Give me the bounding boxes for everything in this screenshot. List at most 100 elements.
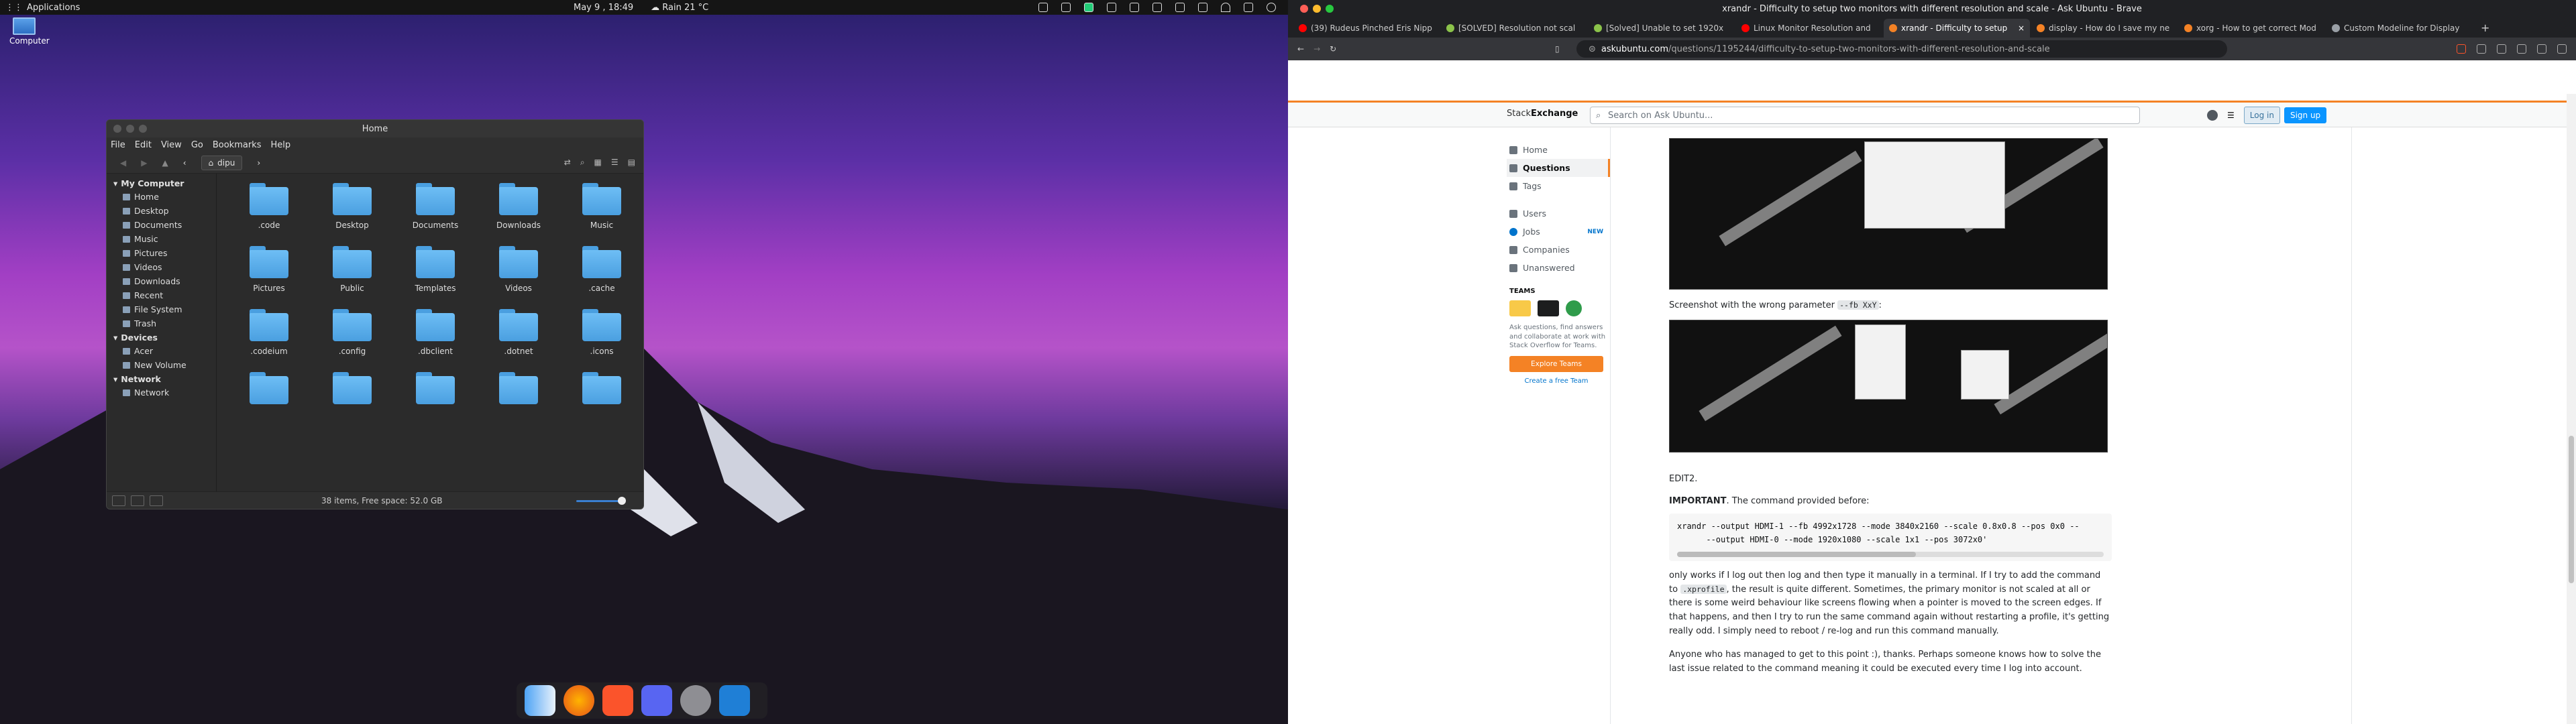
forward-icon[interactable]: → [1313,44,1320,54]
site-info-icon[interactable]: ⊜ [1589,44,1596,54]
create-free-team-link[interactable]: Create a free Team [1507,377,1606,385]
menu-help[interactable]: Help [270,140,290,150]
vscode-icon[interactable] [719,685,750,716]
firefox-icon[interactable] [564,685,594,716]
tray-app-icon[interactable] [1084,3,1093,12]
folder-item[interactable]: .cache [560,246,643,293]
sidebar-item-downloads[interactable]: Downloads [113,274,216,288]
tray-app-icon[interactable] [1061,3,1071,12]
tray-app-icon[interactable] [1038,3,1048,12]
places-toggle-button[interactable] [112,495,125,506]
bluetooth-icon[interactable] [1107,3,1116,12]
close-button[interactable] [1300,5,1308,13]
shield-icon[interactable] [1152,3,1162,12]
power-icon[interactable] [1267,3,1276,12]
folder-item[interactable]: Documents [394,183,477,230]
rewards-icon[interactable] [2477,44,2486,54]
browser-tab[interactable]: xorg - How to get correct Mod [2179,19,2325,38]
sidebar-item-desktop[interactable]: Desktop [113,204,216,218]
tree-toggle-button[interactable] [131,495,144,506]
back-arrow-icon[interactable]: ◀ [120,158,126,168]
display-icon[interactable] [1198,3,1208,12]
menu-icon[interactable] [2557,44,2567,54]
compact-view-button[interactable]: ▤ [628,158,635,168]
minimize-button[interactable] [1313,5,1321,13]
zoom-slider[interactable] [576,497,626,505]
sidebar-item-recent[interactable]: Recent [113,288,216,302]
toggle-location-icon[interactable]: ⇄ [564,158,571,168]
back-icon[interactable]: ← [1297,44,1304,54]
nav-jobs[interactable]: Jobs NEW [1507,223,1610,241]
folder-item[interactable]: .config [311,309,394,356]
menu-go[interactable]: Go [191,140,203,150]
screenshot-image-2[interactable] [1669,319,2108,452]
close-tab-icon[interactable]: × [2018,23,2025,33]
up-arrow-icon[interactable]: ▲ [162,158,168,168]
sidebar-item-network[interactable]: Network [113,385,216,400]
battery-icon[interactable] [1175,3,1185,12]
settings-icon[interactable] [680,685,711,716]
reload-icon[interactable]: ↻ [1330,44,1336,54]
sidebar-item-music[interactable]: Music [113,232,216,246]
search-icon[interactable]: ⌕ [580,158,585,168]
login-button[interactable]: Log in [2243,107,2280,124]
signup-button[interactable]: Sign up [2284,107,2327,123]
folder-item[interactable] [477,372,560,410]
nav-questions[interactable]: Questions [1507,159,1610,177]
path-right-icon[interactable]: › [257,158,260,168]
sidebar-item-pictures[interactable]: Pictures [113,246,216,260]
desktop-computer-shortcut[interactable]: Computer [9,17,50,46]
breadcrumb-home[interactable]: ⌂ dipu [201,155,243,170]
path-left-icon[interactable]: ‹ [183,158,186,168]
browser-tab[interactable]: [SOLVED] Resolution not scal [1441,19,1587,38]
folder-item[interactable]: Music [560,183,643,230]
folder-item[interactable]: Public [311,246,394,293]
nav-users[interactable]: Users [1507,204,1610,223]
address-bar[interactable]: ⊜ askubuntu.com/questions/1195244/diffic… [1576,40,2227,58]
folder-item[interactable] [311,372,394,410]
browser-tab[interactable]: Custom Modeline for Display [2326,19,2473,38]
bookmark-icon[interactable]: ▯ [1555,44,1560,54]
stackexchange-logo[interactable]: StackExchange [1507,109,1578,119]
code-scroll-thumb[interactable] [1677,551,1917,557]
sidebar-item-videos[interactable]: Videos [113,260,216,274]
volume-icon[interactable] [1244,3,1253,12]
explore-teams-button[interactable]: Explore Teams [1509,355,1603,372]
folder-item[interactable]: .code [227,183,311,230]
help-icon[interactable] [2207,110,2218,121]
nav-tags[interactable]: Tags [1507,177,1610,195]
discord-icon[interactable] [641,685,672,716]
folder-item[interactable]: Desktop [311,183,394,230]
menu-file[interactable]: File [111,140,125,150]
icon-view-button[interactable]: ▦ [594,158,602,168]
sidebar-heading-devices[interactable]: ▾ Devices [113,333,216,343]
folder-item[interactable]: .icons [560,309,643,356]
sidebar-toggle-button[interactable] [150,495,163,506]
weather[interactable]: ☁ Rain 21 °C [651,3,708,13]
page-scroll-thumb[interactable] [2569,436,2574,583]
folder-item[interactable]: .dotnet [477,309,560,356]
sidebar-item-new-volume[interactable]: New Volume [113,358,216,372]
browser-tab[interactable]: xrandr - Difficulty to setup × [1884,19,2030,38]
brave-shields-icon[interactable] [2457,44,2466,54]
wifi-icon[interactable] [1221,3,1230,12]
folder-item[interactable] [227,372,311,410]
browser-tab[interactable]: Linux Monitor Resolution and [1736,19,1882,38]
nav-unanswered[interactable]: Unanswered [1507,259,1610,277]
nav-home[interactable]: Home [1507,141,1610,159]
code-scrollbar[interactable] [1677,551,2104,557]
page-scrollbar[interactable] [2567,94,2576,724]
folder-item[interactable]: Templates [394,246,477,293]
brave-icon[interactable] [602,685,633,716]
sidebar-item-file-system[interactable]: File System [113,302,216,316]
applications-menu[interactable]: ⋮⋮ Applications [5,3,80,13]
browser-titlebar[interactable]: xrandr - Difficulty to setup two monitor… [1288,0,2576,17]
folder-item[interactable]: .dbclient [394,309,477,356]
new-tab-button[interactable]: + [2474,21,2496,38]
finder-icon[interactable] [525,685,555,716]
menu-edit[interactable]: Edit [135,140,152,150]
folder-item[interactable]: Pictures [227,246,311,293]
sidebar-item-home[interactable]: Home [113,190,216,204]
menu-bookmarks[interactable]: Bookmarks [213,140,262,150]
list-view-button[interactable]: ☰ [611,158,619,168]
